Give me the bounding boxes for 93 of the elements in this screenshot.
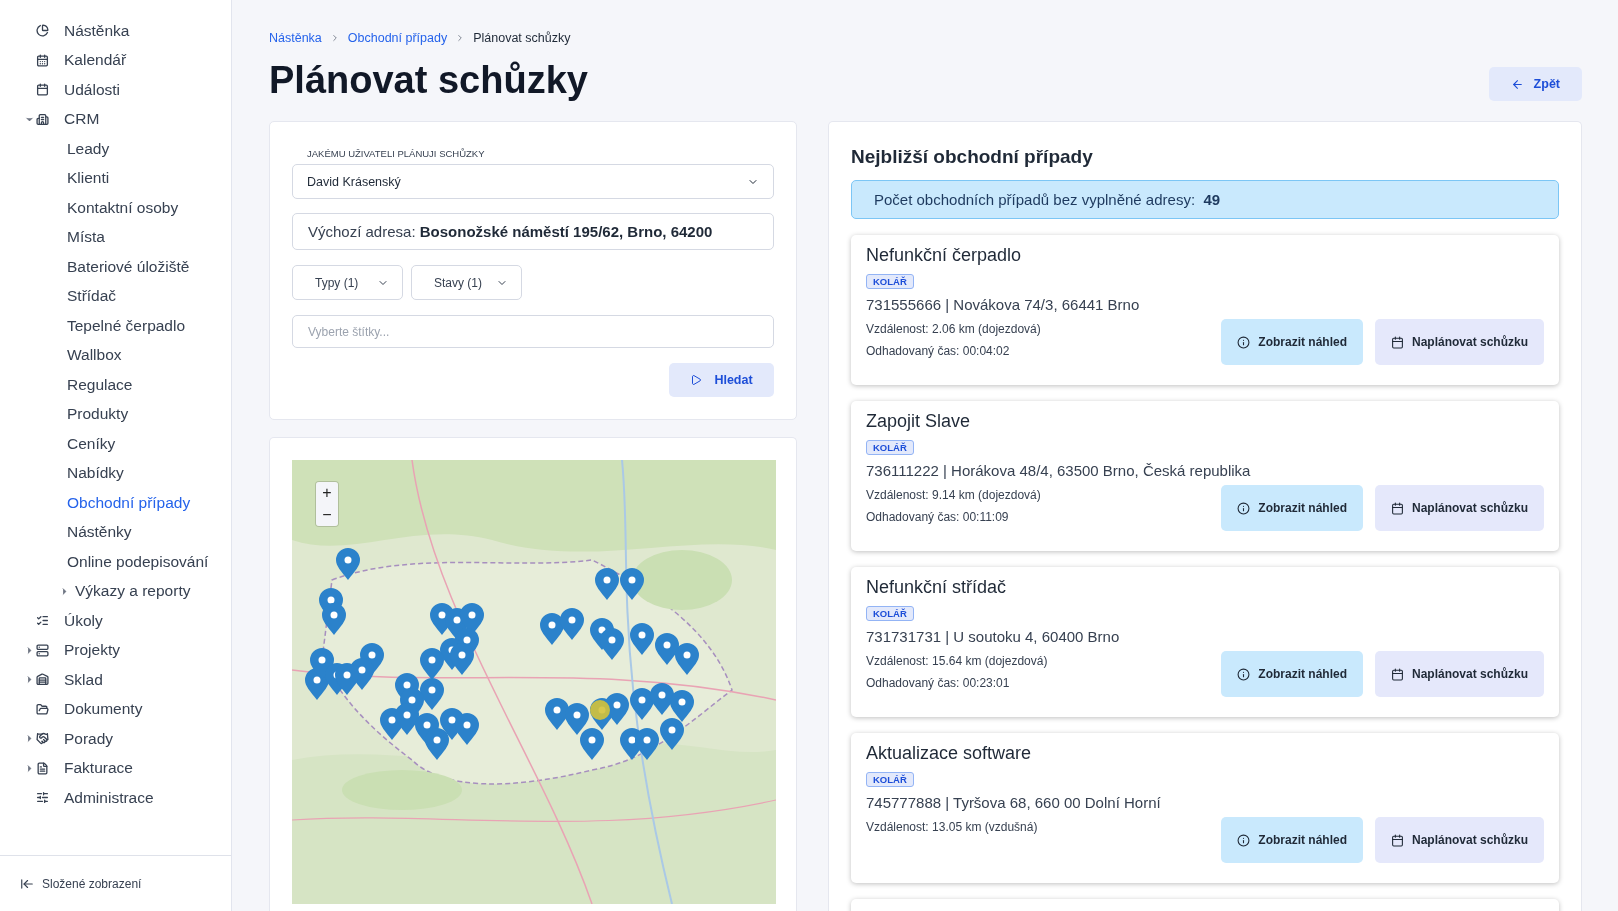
panel-title: Nejbližší obchodní případy xyxy=(851,146,1094,166)
case-distance: Vzdálenost: 2.06 km (dojezdová) xyxy=(866,322,1041,336)
search-button[interactable]: Hledat xyxy=(669,363,774,397)
folder-icon xyxy=(36,702,49,716)
sidebar-item[interactable]: Tepelné čerpadlo xyxy=(67,316,186,335)
sidebar-item[interactable]: Kontaktní osoby xyxy=(67,198,179,217)
sidebar-item[interactable]: Sklad xyxy=(64,670,103,689)
sidebar-item[interactable]: Střídač xyxy=(67,287,117,306)
pie-chart-icon xyxy=(36,24,49,38)
sidebar-item[interactable]: Místa xyxy=(67,228,105,247)
breadcrumb-link[interactable]: Obchodní případy xyxy=(347,31,448,45)
sidebar-item[interactable]: Administrace xyxy=(64,788,154,807)
case-distance: Vzdálenost: 13.05 km (vzdušná) xyxy=(866,820,1038,834)
sidebar-item[interactable]: Bateriové úložiště xyxy=(67,257,190,276)
zoom-in-button[interactable]: + xyxy=(316,482,338,504)
sidebar-item[interactable]: Kalendář xyxy=(64,51,127,70)
address-field[interactable]: Výchozí adresa: Bosonožské náměstí 195/62, Brno, 64200 xyxy=(292,213,774,250)
sidebar-item[interactable]: Klienti xyxy=(67,169,110,188)
sidebar-item[interactable]: Nástěnka xyxy=(64,21,130,40)
sidebar-item[interactable]: Dokumenty xyxy=(64,700,143,719)
play-icon xyxy=(690,374,703,386)
case-distance: Vzdálenost: 15.64 km (dojezdová) xyxy=(866,654,1048,668)
case-title: Aktualizace software xyxy=(866,743,1033,764)
case-contact: 731731731 | U soutoku 4, 60400 Brno xyxy=(866,628,1121,645)
info-icon xyxy=(1237,335,1251,349)
sidebar-item[interactable]: Nabídky xyxy=(67,464,124,483)
schedule-button[interactable]: Naplánovat schůzku xyxy=(1374,319,1544,365)
filter-dropdown[interactable]: Typy (1) xyxy=(292,265,403,300)
document-icon xyxy=(36,761,49,775)
info-icon xyxy=(1237,667,1251,681)
case-tag: KOLÁŘ xyxy=(866,772,914,787)
info-icon xyxy=(1237,501,1251,515)
zoom-out-button[interactable]: − xyxy=(316,504,338,526)
preview-button[interactable]: Zobrazit náhled xyxy=(1221,651,1363,697)
calendar-icon xyxy=(1390,501,1404,515)
calendar-icon xyxy=(36,53,49,67)
case-title: Nefunkční střídač xyxy=(866,577,1008,598)
breadcrumb-current: Plánovat schůzky xyxy=(473,31,571,45)
schedule-button[interactable]: Naplánovat schůzku xyxy=(1374,817,1544,863)
info-alert: Počet obchodních případů bez vyplněné adresy: 49 xyxy=(851,180,1559,219)
warehouse-icon xyxy=(36,673,49,687)
sidebar-item[interactable]: Porady xyxy=(64,729,114,748)
case-distance: Vzdálenost: 9.14 km (dojezdová) xyxy=(866,488,1041,502)
sliders-icon xyxy=(36,791,49,805)
sidebar-item[interactable]: Události xyxy=(64,80,120,99)
sidebar-item[interactable]: Wallbox xyxy=(67,346,122,365)
building-icon xyxy=(36,112,49,126)
case-time: Odhadovaný čas: 00:04:02 xyxy=(866,344,1011,358)
schedule-button[interactable]: Naplánovat schůzku xyxy=(1374,651,1544,697)
case-tag: KOLÁŘ xyxy=(866,440,914,455)
preview-button[interactable]: Zobrazit náhled xyxy=(1221,319,1363,365)
sidebar-item[interactable]: Úkoly xyxy=(64,611,103,630)
collapse-icon[interactable] xyxy=(20,876,34,891)
collapse-link[interactable]: Složené zobrazení xyxy=(42,876,142,891)
server-icon xyxy=(36,643,49,657)
calendar-icon xyxy=(36,83,49,97)
sidebar-item[interactable]: Produkty xyxy=(67,405,129,424)
filter-dropdown[interactable]: Stavy (1) xyxy=(411,265,522,300)
preview-button[interactable]: Zobrazit náhled xyxy=(1221,817,1363,863)
sidebar-item[interactable]: Projekty xyxy=(64,641,120,660)
handshake-icon xyxy=(36,732,49,746)
checklist-icon xyxy=(36,614,49,628)
sidebar-item[interactable]: Obchodní případy xyxy=(67,493,191,512)
tags-field[interactable]: Vyberte štítky... xyxy=(292,315,774,348)
sidebar-item[interactable]: Výkazy a reporty xyxy=(75,582,191,601)
case-title: Zapojit Slave xyxy=(866,411,972,432)
sidebar-item[interactable]: Ceníky xyxy=(67,434,116,453)
case-contact: 731555666 | Novákova 74/3, 66441 Brno xyxy=(866,296,1141,313)
case-time: Odhadovaný čas: 00:11:09 xyxy=(866,510,1010,524)
calendar-icon xyxy=(1390,667,1404,681)
breadcrumb-link[interactable]: Nástěnka xyxy=(269,31,322,45)
case-contact: 736111222 | Horákova 48/4, 63500 Brno, Česká republika xyxy=(866,462,1252,479)
case-time: Odhadovaný čas: 00:23:01 xyxy=(866,676,1011,690)
preview-button[interactable]: Zobrazit náhled xyxy=(1221,485,1363,531)
sidebar-item[interactable]: Leady xyxy=(67,139,110,158)
back-button[interactable]: Zpět xyxy=(1488,67,1582,101)
case-title: Nefunkční čerpadlo xyxy=(866,245,1023,266)
arrow-left-icon xyxy=(1510,77,1524,91)
sidebar-item[interactable]: Nástěnky xyxy=(67,523,132,542)
case-tag: KOLÁŘ xyxy=(866,606,914,621)
schedule-button[interactable]: Naplánovat schůzku xyxy=(1374,485,1544,531)
sidebar-item[interactable]: CRM xyxy=(64,110,100,129)
calendar-icon xyxy=(1390,335,1404,349)
case-tag: KOLÁŘ xyxy=(866,274,914,289)
user-select[interactable]: David Krásenský xyxy=(292,164,774,199)
sidebar-item[interactable]: Regulace xyxy=(67,375,133,394)
info-icon xyxy=(1237,833,1251,847)
calendar-icon xyxy=(1390,833,1404,847)
field-label: JAKÉMU UŽIVATELI PLÁNUJI SCHŮZKY xyxy=(307,148,486,159)
page-title: Plánovat schůzky xyxy=(269,58,588,102)
sidebar-item[interactable]: Online podepisování xyxy=(67,552,209,571)
case-contact: 745777888 | Tyršova 68, 660 00 Dolní Horní xyxy=(866,794,1162,811)
sidebar-item[interactable]: Fakturace xyxy=(64,759,133,778)
